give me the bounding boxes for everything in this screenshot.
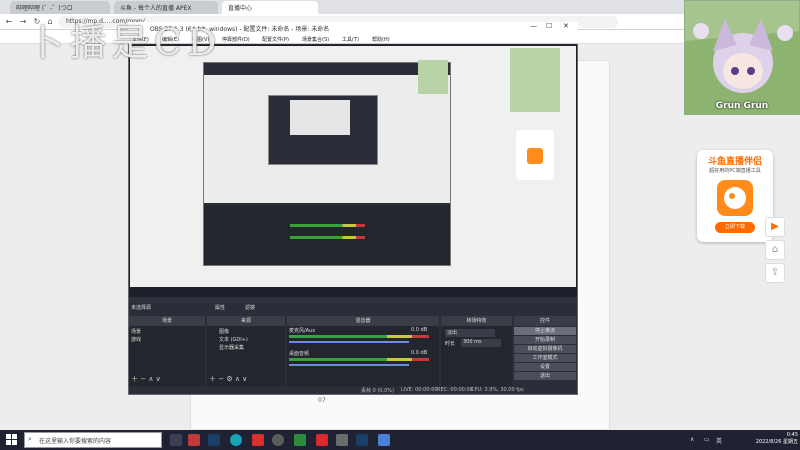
scenes-dock-header: 场景 xyxy=(129,316,205,326)
anime-character-overlay: Grun Grun xyxy=(684,0,800,115)
properties-button[interactable]: 属性 xyxy=(215,304,225,311)
filters-button[interactable]: 滤镜 xyxy=(245,304,255,311)
menu-profile[interactable]: 配置文件(P) xyxy=(262,36,289,43)
home-side-icon[interactable]: ⌂ xyxy=(765,240,785,260)
menu-help[interactable]: 帮助(H) xyxy=(372,36,390,43)
chat-app-icon[interactable] xyxy=(378,434,390,446)
dropped-frames: 丢帧 0 (0.0%) xyxy=(361,388,394,394)
live-timer: LIVE: 00:00:00 xyxy=(401,387,438,393)
browser-tab[interactable]: 斗鱼 - 每个人的直播 APEX xyxy=(114,1,218,14)
play-icon[interactable]: ▶ xyxy=(765,217,785,237)
duration-input[interactable]: 300 ms xyxy=(461,339,501,347)
douyu-logo-icon xyxy=(717,180,753,216)
rec-timer: REC: 00:00:00 xyxy=(437,387,473,393)
scene-item[interactable]: 游戏 xyxy=(131,336,141,343)
mixer-track-name: 桌面音频 xyxy=(289,351,310,357)
scene-item[interactable]: 场景 xyxy=(131,328,141,335)
virtual-camera-button[interactable]: 启动虚拟摄像机 xyxy=(514,345,576,353)
scenes-dock: 场景 游戏 ＋ − ∧ ∨ xyxy=(129,326,205,386)
volume-slider[interactable] xyxy=(289,341,409,343)
sources-dock-header: 来源 xyxy=(207,316,285,326)
preview-toolbar xyxy=(129,297,577,303)
minimize-icon[interactable]: — xyxy=(530,22,537,30)
studio-mode-button[interactable]: 工作室模式 xyxy=(514,354,576,362)
stop-streaming-button[interactable]: 停止推流 xyxy=(514,327,576,335)
edge-browser-icon[interactable] xyxy=(230,434,242,446)
controls-dock-header: 控件 xyxy=(514,316,576,326)
settings-button[interactable]: 设置 xyxy=(514,363,576,371)
duration-label: 时长 xyxy=(445,341,456,347)
volume-slider[interactable] xyxy=(289,364,409,366)
anime-overlay-label: Grun Grun xyxy=(715,101,769,111)
preview-anime-overlay xyxy=(510,48,560,112)
promo-subtitle: 超好用的PC端直播工具 xyxy=(709,168,761,174)
download-button[interactable]: 立即下载 xyxy=(715,222,755,233)
source-item[interactable]: 文本 (GDI+) xyxy=(219,336,248,343)
menu-scene-collection[interactable]: 场景集合(S) xyxy=(302,36,329,43)
ime-language[interactable]: 英 xyxy=(716,436,722,445)
source-toolbar[interactable]: ＋ − ⚙ ∧ ∨ xyxy=(209,374,247,384)
clock-time: 0:45 xyxy=(786,432,798,438)
page-number: 07 xyxy=(318,397,326,404)
mixer-track-level: 0.0 dB xyxy=(411,350,428,356)
share-icon[interactable]: ⇪ xyxy=(765,263,785,283)
tab-label: 直播中心 xyxy=(228,5,253,12)
taskbar-clock[interactable]: 0:45 2022/8/26 星期五 xyxy=(730,432,798,446)
netease-music-icon[interactable] xyxy=(252,434,264,446)
headset-icon[interactable] xyxy=(336,434,348,446)
nested-meter xyxy=(290,236,365,239)
tab-label: 哔哩哔哩 (゜-゜)つロ xyxy=(16,5,73,12)
video-app-icon[interactable] xyxy=(316,434,328,446)
nested-docks xyxy=(204,205,450,265)
volume-meter xyxy=(289,358,429,361)
menu-docks[interactable]: 停靠部件(D) xyxy=(222,36,250,43)
steam-icon-2[interactable] xyxy=(356,434,368,446)
transition-select[interactable]: 淡出 xyxy=(445,329,495,337)
network-icon[interactable]: ▭ xyxy=(704,436,710,443)
mixer-dock-header: 混音器 xyxy=(287,316,439,326)
source-item[interactable]: 显示器采集 xyxy=(219,344,244,351)
transitions-dock-header: 转场特效 xyxy=(441,316,512,326)
nested-anime-overlay xyxy=(418,60,448,94)
scene-toolbar[interactable]: ＋ − ∧ ∨ xyxy=(131,374,161,384)
maximize-icon[interactable]: ☐ xyxy=(546,22,552,30)
game-app-icon[interactable] xyxy=(188,434,200,446)
nested-meter xyxy=(290,224,365,227)
search-icon: ⌕ xyxy=(28,435,32,443)
nvidia-icon[interactable] xyxy=(294,434,306,446)
cpu-fps: CPU: 3.9%, 30.00 fps xyxy=(471,387,524,393)
promo-widget[interactable]: 斗鱼直播伴侣 超好用的PC端直播工具 立即下载 xyxy=(697,150,773,242)
preview-promo-logo xyxy=(527,148,543,164)
obs-status-bar: 丢帧 0 (0.0%) LIVE: 00:00:00 REC: 00:00:00… xyxy=(129,386,577,394)
menu-tools[interactable]: 工具(T) xyxy=(342,36,359,43)
transitions-dock: 淡出 时长 300 ms xyxy=(441,326,512,386)
tray-chevron-icon[interactable]: ∧ xyxy=(690,436,694,443)
forward-icon[interactable]: → xyxy=(18,17,28,27)
mixer-track-level: 0.0 dB xyxy=(411,327,428,333)
mixer-track-name: 麦克风/Aux xyxy=(289,328,316,334)
close-icon[interactable]: ✕ xyxy=(563,22,569,30)
taskbar-search-input[interactable]: 在这里输入你要搜索的内容 xyxy=(24,432,162,448)
clock-date: 2022/8/26 星期五 xyxy=(755,439,798,445)
tab-label: 斗鱼 - 每个人的直播 APEX xyxy=(120,5,192,12)
promo-title: 斗鱼直播伴侣 xyxy=(707,157,762,167)
stream-watermark: 卜播是CD xyxy=(28,23,223,64)
no-source-label: 未选择源 xyxy=(131,305,152,311)
nested-preview-2 xyxy=(290,100,350,135)
source-item[interactable]: 图像 xyxy=(219,328,229,335)
mixer-dock: 麦克风/Aux 0.0 dB 桌面音频 0.0 dB xyxy=(287,326,439,386)
start-recording-button[interactable]: 开始录制 xyxy=(514,336,576,344)
sources-dock: 图像 文本 (GDI+) 显示器采集 ＋ − ⚙ ∧ ∨ xyxy=(207,326,285,386)
nested-taskbar xyxy=(130,287,576,297)
steam-icon[interactable] xyxy=(208,434,220,446)
browser-tab[interactable]: 哔哩哔哩 (゜-゜)つロ xyxy=(10,1,110,14)
exit-button[interactable]: 退出 xyxy=(514,372,576,380)
task-view-icon[interactable] xyxy=(170,434,182,446)
obs-taskbar-icon[interactable] xyxy=(272,434,284,446)
back-icon[interactable]: ← xyxy=(4,17,14,27)
windows-start-icon[interactable] xyxy=(6,434,18,446)
volume-meter xyxy=(289,335,429,338)
browser-tab-active[interactable]: 直播中心 xyxy=(222,1,318,14)
anime-character-image xyxy=(685,1,799,114)
